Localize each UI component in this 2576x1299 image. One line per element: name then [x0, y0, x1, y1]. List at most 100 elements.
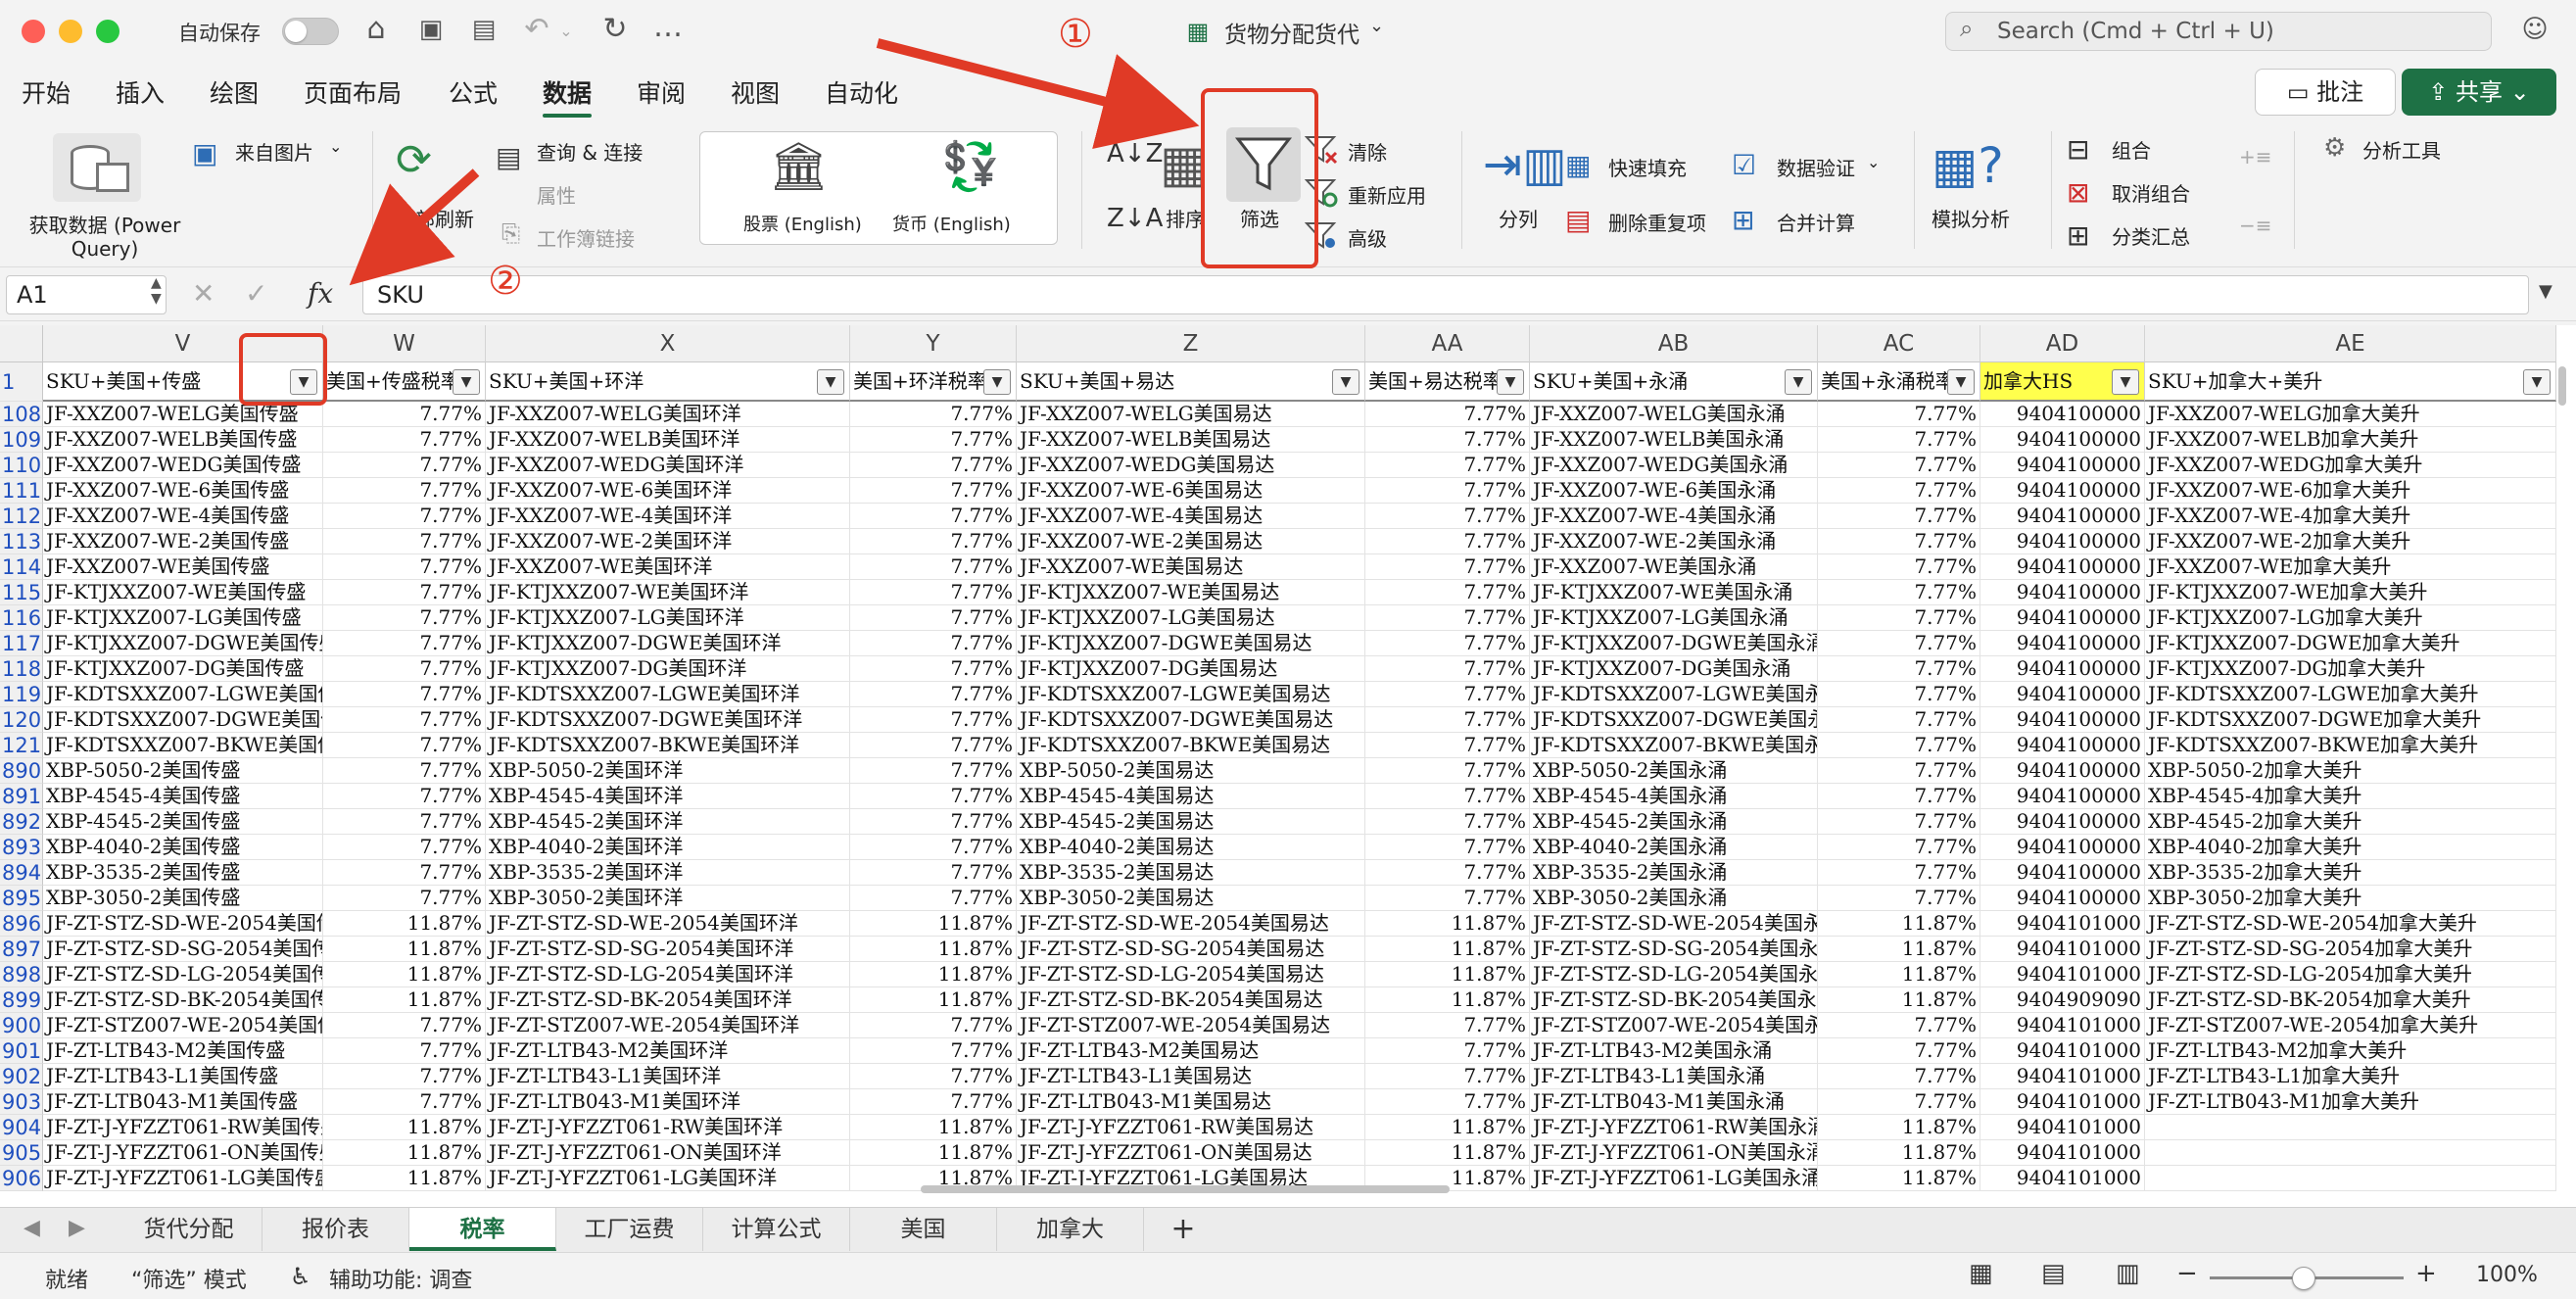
table-cell[interactable]: JF-ZT-J-YFZZT061-ON美国永涌 — [1530, 1140, 1818, 1166]
table-cell[interactable]: 7.77% — [1818, 809, 1980, 835]
table-cell[interactable]: JF-ZT-STZ-SD-WE-2054美国传盛 — [43, 911, 323, 937]
table-cell[interactable]: 11.87% — [850, 1115, 1017, 1140]
row-header[interactable]: 903 — [0, 1089, 43, 1115]
table-cell[interactable]: JF-KDTSXXZ007-DGWE美国环洋 — [486, 707, 850, 733]
search-box[interactable]: ⌕ Search (Cmd + Ctrl + U) — [1945, 12, 2492, 51]
table-cell[interactable]: 11.87% — [850, 1140, 1017, 1166]
table-cell[interactable]: 7.77% — [1365, 707, 1530, 733]
table-cell[interactable]: 11.87% — [1365, 1140, 1530, 1166]
table-cell[interactable]: JF-XXZ007-WE美国传盛 — [43, 554, 323, 580]
table-cell[interactable]: 9404100000 — [1980, 453, 2145, 478]
header-cell-z[interactable]: SKU+美国+易达 ▼ — [1017, 362, 1365, 402]
table-cell[interactable]: JF-ZT-LTB043-M1美国传盛 — [43, 1089, 323, 1115]
row-header[interactable]: 906 — [0, 1166, 43, 1191]
table-cell[interactable]: JF-ZT-J-YFZZT061-LG美国传盛 — [43, 1166, 323, 1191]
spreadsheet-grid[interactable]: V SKU+美国+传盛 ▼ W 美国+传盛税率 ▼ X SKU+美国+环洋 ▼ Y 美国+环洋税率 ▼… — [0, 325, 2576, 1207]
table-cell[interactable]: JF-ZT-J-YFZZT061-LG美国永涌 — [1530, 1166, 1818, 1191]
table-cell[interactable]: 9404101000 — [1980, 1064, 2145, 1089]
table-cell[interactable]: 7.77% — [850, 631, 1017, 656]
expand-formula-bar-icon[interactable]: ▼ — [2539, 281, 2552, 302]
table-cell[interactable]: JF-XXZ007-WE-6美国永涌 — [1530, 478, 1818, 504]
table-cell[interactable]: XBP-3050-2加拿大美升 — [2145, 886, 2556, 911]
table-cell[interactable]: 7.77% — [1365, 1064, 1530, 1089]
table-cell[interactable]: 7.77% — [323, 656, 486, 682]
table-cell[interactable]: 7.77% — [1818, 1013, 1980, 1038]
table-cell[interactable]: JF-KTJXXZ007-LG美国永涌 — [1530, 605, 1818, 631]
row-header[interactable]: 897 — [0, 937, 43, 962]
filter-dropdown-button[interactable]: ▼ — [1947, 369, 1975, 395]
table-cell[interactable]: 7.77% — [850, 835, 1017, 860]
table-cell[interactable]: JF-KTJXXZ007-DG加拿大美升 — [2145, 656, 2556, 682]
account-icon[interactable]: ☺ — [2515, 12, 2554, 47]
table-cell[interactable]: 7.77% — [850, 427, 1017, 453]
table-cell[interactable]: 7.77% — [1818, 1064, 1980, 1089]
table-cell[interactable]: 7.77% — [1365, 682, 1530, 707]
row-header[interactable]: 113 — [0, 529, 43, 554]
share-button[interactable]: ⇪ 共享 ⌄ — [2402, 69, 2556, 116]
table-cell[interactable]: 7.77% — [1818, 605, 1980, 631]
save-icon[interactable]: ▣ — [411, 12, 451, 47]
undo-icon[interactable]: ↶ — [517, 12, 556, 47]
table-cell[interactable]: JF-ZT-STZ-SD-BK-2054美国易达 — [1017, 987, 1365, 1013]
table-cell[interactable]: 9404100000 — [1980, 758, 2145, 784]
confirm-entry-icon[interactable]: ✓ — [245, 277, 267, 310]
table-cell[interactable]: 11.87% — [323, 1115, 486, 1140]
table-cell[interactable]: 11.87% — [850, 911, 1017, 937]
table-cell[interactable]: XBP-5050-2美国易达 — [1017, 758, 1365, 784]
table-cell[interactable]: XBP-4545-2美国易达 — [1017, 809, 1365, 835]
table-cell[interactable]: 7.77% — [1818, 402, 1980, 427]
table-cell[interactable]: JF-KDTSXXZ007-BKWE加拿大美升 — [2145, 733, 2556, 758]
table-cell[interactable]: JF-XXZ007-WE-4美国传盛 — [43, 504, 323, 529]
table-cell[interactable]: 7.77% — [1365, 1013, 1530, 1038]
normal-view-icon[interactable]: ▦ — [1969, 1259, 1993, 1288]
table-cell[interactable]: 9404100000 — [1980, 631, 2145, 656]
table-cell[interactable]: JF-XXZ007-WE-2美国易达 — [1017, 529, 1365, 554]
table-cell[interactable]: JF-XXZ007-WELG美国环洋 — [486, 402, 850, 427]
table-cell[interactable]: 7.77% — [323, 1013, 486, 1038]
remove-duplicates-button[interactable]: 删除重复项 — [1608, 208, 1706, 236]
text-to-columns-icon[interactable]: ⇥▥ — [1483, 137, 1567, 192]
insert-function-icon[interactable]: fx — [308, 277, 333, 310]
table-cell[interactable]: JF-ZT-STZ-SD-SG-2054美国环洋 — [486, 937, 850, 962]
row-header[interactable]: 894 — [0, 860, 43, 886]
table-cell[interactable]: 7.77% — [1365, 758, 1530, 784]
group-button[interactable]: 组合 — [2112, 135, 2151, 164]
table-cell[interactable]: JF-ZT-STZ-SD-SG-2054美国易达 — [1017, 937, 1365, 962]
table-cell[interactable]: JF-KTJXXZ007-WE美国传盛 — [43, 580, 323, 605]
table-cell[interactable]: 11.87% — [850, 937, 1017, 962]
table-cell[interactable]: 7.77% — [850, 1064, 1017, 1089]
table-cell[interactable]: JF-ZT-STZ-SD-WE-2054美国环洋 — [486, 911, 850, 937]
table-cell[interactable]: JF-ZT-STZ-SD-SG-2054美国传盛 — [43, 937, 323, 962]
filter-dropdown-button[interactable]: ▼ — [1785, 369, 1812, 395]
workbook-links-button[interactable]: 工作簿链接 — [537, 223, 635, 252]
table-cell[interactable]: XBP-4545-2美国传盛 — [43, 809, 323, 835]
filter-dropdown-button[interactable]: ▼ — [1332, 369, 1360, 395]
horizontal-scrollbar[interactable] — [921, 1185, 1450, 1193]
row-header[interactable]: 108 — [0, 402, 43, 427]
zoom-out-icon[interactable]: − — [2176, 1259, 2198, 1288]
table-cell[interactable]: 9404101000 — [1980, 962, 2145, 987]
show-detail-icon[interactable]: +≡ — [2239, 145, 2272, 168]
table-cell[interactable]: 7.77% — [1365, 809, 1530, 835]
row-header[interactable]: 904 — [0, 1115, 43, 1140]
table-cell[interactable]: 7.77% — [850, 453, 1017, 478]
table-cell[interactable]: JF-KDTSXXZ007-DGWE美国传盛 — [43, 707, 323, 733]
table-cell[interactable]: JF-XXZ007-WELG美国易达 — [1017, 402, 1365, 427]
row-header[interactable]: 120 — [0, 707, 43, 733]
table-cell[interactable]: XBP-3535-2加拿大美升 — [2145, 860, 2556, 886]
column-header-y[interactable]: Y — [850, 325, 1017, 362]
column-header-w[interactable]: W — [323, 325, 486, 362]
row-header[interactable]: 902 — [0, 1064, 43, 1089]
table-cell[interactable]: JF-XXZ007-WE-4美国易达 — [1017, 504, 1365, 529]
table-cell[interactable]: 7.77% — [1365, 631, 1530, 656]
column-header-ab[interactable]: AB — [1530, 325, 1818, 362]
table-cell[interactable]: JF-KDTSXXZ007-BKWE美国永涌 — [1530, 733, 1818, 758]
table-cell[interactable] — [2145, 1115, 2556, 1140]
table-cell[interactable]: 7.77% — [850, 809, 1017, 835]
table-cell[interactable]: 7.77% — [850, 402, 1017, 427]
table-cell[interactable]: 7.77% — [1365, 504, 1530, 529]
sort-descending-icon[interactable]: Z↓A — [1107, 204, 1163, 233]
table-cell[interactable]: JF-ZT-LTB043-M1美国易达 — [1017, 1089, 1365, 1115]
header-cell-ad[interactable]: 加拿大HS ▼ — [1980, 362, 2145, 402]
table-cell[interactable]: 7.77% — [1818, 453, 1980, 478]
